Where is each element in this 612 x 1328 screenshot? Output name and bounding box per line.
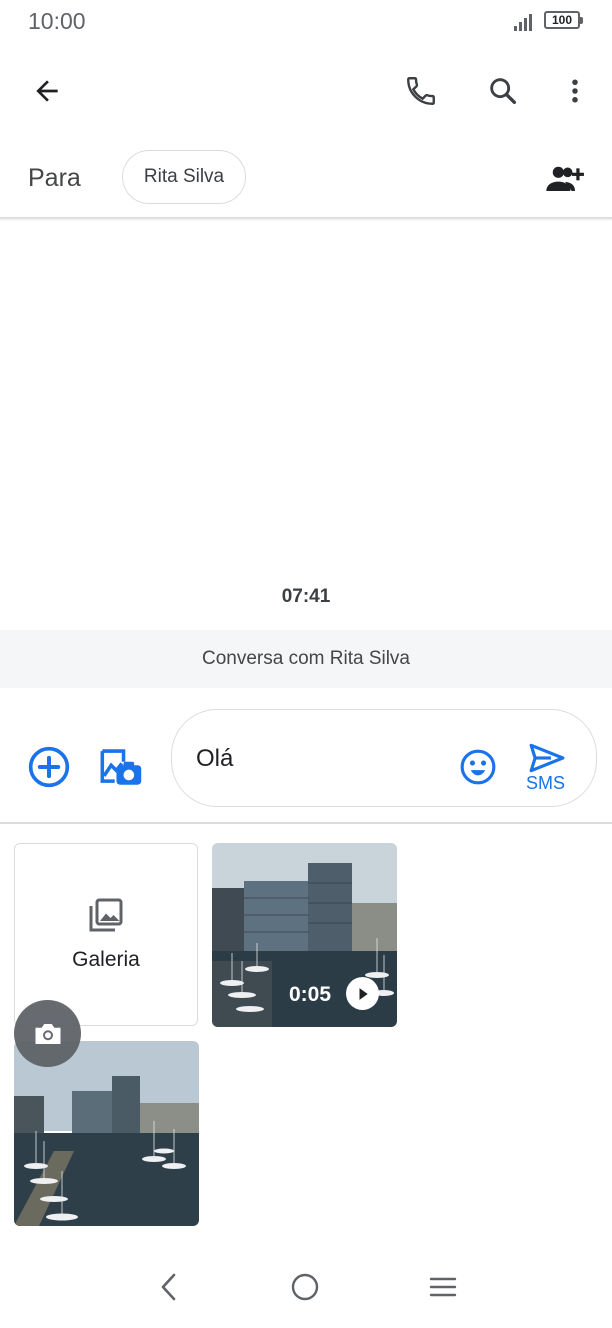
nav-home-icon: [291, 1273, 319, 1301]
to-label: Para: [28, 164, 81, 192]
camera-icon: [35, 1023, 60, 1044]
battery-icon: 100: [544, 11, 583, 29]
status-time: 10:00: [28, 8, 86, 34]
back-button[interactable]: [22, 66, 72, 116]
camera-button[interactable]: [14, 1000, 81, 1067]
search-icon: [490, 78, 517, 105]
add-attachment-button[interactable]: [24, 742, 74, 792]
nav-back-icon: [161, 1273, 176, 1301]
send-icon: [529, 743, 565, 773]
more-options-button[interactable]: [550, 66, 600, 116]
recipient-chip[interactable]: Rita Silva: [122, 150, 246, 204]
play-icon: [346, 977, 379, 1010]
phone-icon: [407, 77, 435, 105]
group-add-icon: [546, 166, 584, 191]
nav-menu-button[interactable]: [420, 1266, 466, 1308]
gallery-label: Galeria: [72, 948, 140, 971]
conversation-banner: Conversa com Rita Silva: [0, 630, 612, 688]
gallery-tile[interactable]: [14, 843, 198, 1026]
add-circle-icon: [28, 746, 70, 788]
media-button[interactable]: [94, 742, 146, 792]
composer-divider: [0, 822, 612, 824]
add-recipient-button[interactable]: [540, 156, 590, 202]
video-duration: 0:05: [289, 983, 332, 1006]
signal-icon: [514, 13, 536, 31]
arrow-back-icon: [36, 80, 58, 102]
harbor-photo-image: [14, 1041, 199, 1226]
nav-menu-icon: [429, 1277, 457, 1297]
gallery-icon: [89, 898, 123, 932]
search-button[interactable]: [478, 66, 528, 116]
send-sms-label: SMS: [526, 773, 566, 793]
more-vert-icon: [572, 79, 578, 103]
camera-gallery-icon: [100, 749, 142, 785]
emoji-icon: [460, 749, 496, 785]
message-input-text: Olá: [196, 745, 234, 772]
message-timestamp: 07:41: [281, 586, 331, 607]
nav-back-button[interactable]: [146, 1266, 192, 1308]
call-button[interactable]: [396, 66, 446, 116]
header-divider: [0, 217, 612, 221]
send-button[interactable]: [522, 738, 572, 778]
nav-home-button[interactable]: [282, 1264, 328, 1310]
emoji-button[interactable]: [455, 744, 501, 790]
photo-thumbnail[interactable]: [14, 1041, 199, 1226]
